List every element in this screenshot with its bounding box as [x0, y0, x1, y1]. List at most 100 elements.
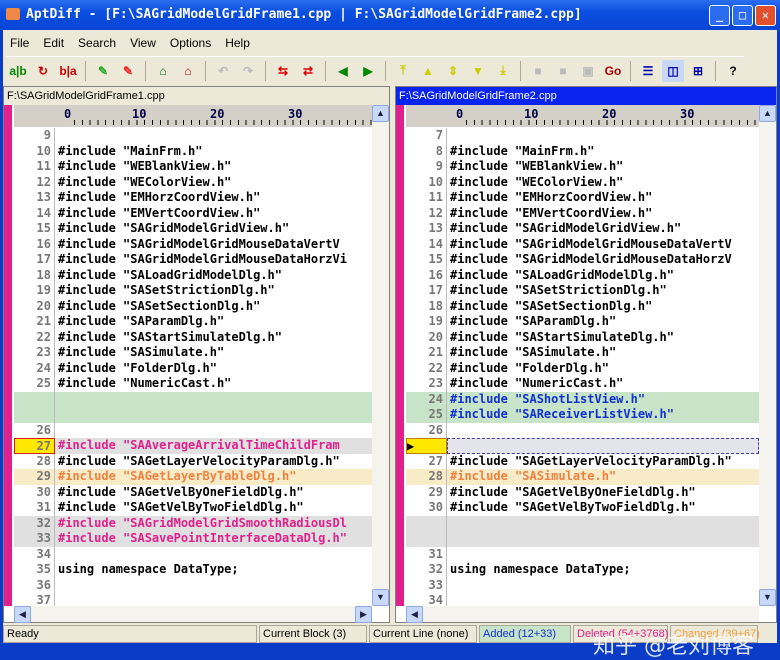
code-line[interactable]: 7 [406, 128, 759, 144]
edit-left-icon[interactable]: ✎ [92, 60, 114, 82]
swap-icon[interactable]: b|a [57, 60, 79, 82]
current-diff-icon[interactable]: ⇕ [442, 60, 464, 82]
copy-to-right-icon[interactable]: ⇄ [297, 60, 319, 82]
code-line[interactable] [406, 516, 759, 532]
code-line[interactable]: 12#include "WEColorView.h" [14, 175, 372, 191]
code-line[interactable]: 17#include "SASetStrictionDlg.h" [406, 283, 759, 299]
help-icon[interactable]: ? [722, 60, 744, 82]
code-line[interactable]: 14#include "SAGridModelGridMouseDataVert… [406, 237, 759, 253]
menu-options[interactable]: Options [163, 32, 218, 54]
code-line[interactable]: 29#include "SAGetLayerByTableDlg.h" [14, 469, 372, 485]
code-line[interactable]: 19#include "SASetStrictionDlg.h" [14, 283, 372, 299]
arrow-right-icon[interactable]: ▶ [357, 60, 379, 82]
code-line[interactable]: 33 [406, 578, 759, 594]
menu-file[interactable]: File [3, 32, 36, 54]
code-line[interactable]: 31#include "SAGetVelByTwoFieldDlg.h" [14, 500, 372, 516]
code-line[interactable]: 35using namespace DataType; [14, 562, 372, 578]
code-line[interactable]: 9 [14, 128, 372, 144]
merge-left-icon[interactable]: ⌂ [152, 60, 174, 82]
save-icon[interactable]: ■ [527, 60, 549, 82]
minimize-button[interactable]: _ [709, 5, 730, 26]
code-line[interactable]: 29#include "SAGetVelByOneFieldDlg.h" [406, 485, 759, 501]
code-line[interactable]: 10#include "WEColorView.h" [406, 175, 759, 191]
code-line[interactable]: 33#include "SASavePointInterfaceDataDlg.… [14, 531, 372, 547]
last-diff-icon[interactable]: ⤓ [492, 60, 514, 82]
goto-icon[interactable]: Go [602, 60, 624, 82]
arrow-left-icon[interactable]: ◀ [332, 60, 354, 82]
code-line[interactable]: 34 [406, 593, 759, 606]
code-line[interactable]: 30#include "SAGetVelByTwoFieldDlg.h" [406, 500, 759, 516]
code-line[interactable]: 28#include "SAGetLayerVelocityParamDlg.h… [14, 454, 372, 470]
maximize-button[interactable]: □ [732, 5, 753, 26]
code-line[interactable]: 30#include "SAGetVelByOneFieldDlg.h" [14, 485, 372, 501]
code-line[interactable] [14, 392, 372, 408]
copy-to-left-icon[interactable]: ⇆ [272, 60, 294, 82]
code-line[interactable]: 28#include "SASimulate.h" [406, 469, 759, 485]
code-line[interactable]: 9#include "WEBlankView.h" [406, 159, 759, 175]
merge-right-icon[interactable]: ⌂ [177, 60, 199, 82]
code-line[interactable]: ▶ [406, 438, 759, 454]
code-line[interactable]: 12#include "EMVertCoordView.h" [406, 206, 759, 222]
code-line[interactable]: 10#include "MainFrm.h" [14, 144, 372, 160]
code-line[interactable]: 27#include "SAGetLayerVelocityParamDlg.h… [406, 454, 759, 470]
code-line[interactable]: 26 [14, 423, 372, 439]
left-vertical-scrollbar[interactable]: ▲▼ [372, 105, 389, 606]
code-line[interactable]: 32using namespace DataType; [406, 562, 759, 578]
right-horizontal-scrollbar[interactable]: ◀ [406, 606, 759, 622]
menu-edit[interactable]: Edit [36, 32, 71, 54]
right-diff-map[interactable] [396, 105, 404, 606]
close-button[interactable]: ✕ [755, 5, 776, 26]
code-line[interactable]: 20#include "SAStartSimulateDlg.h" [406, 330, 759, 346]
prev-diff-icon[interactable]: ▲ [417, 60, 439, 82]
code-line[interactable]: 15#include "SAGridModelGridView.h" [14, 221, 372, 237]
code-line[interactable]: 21#include "SASimulate.h" [406, 345, 759, 361]
code-line[interactable]: 13#include "EMHorzCoordView.h" [14, 190, 372, 206]
code-line[interactable]: 34 [14, 547, 372, 563]
save-as-icon[interactable]: ■ [552, 60, 574, 82]
code-line[interactable]: 24#include "FolderDlg.h" [14, 361, 372, 377]
code-line[interactable]: 14#include "EMVertCoordView.h" [14, 206, 372, 222]
code-line[interactable]: 32#include "SAGridModelGridSmoothRadious… [14, 516, 372, 532]
vertical-layout-icon[interactable]: ◫ [662, 60, 684, 82]
recompare-icon[interactable]: ↻ [32, 60, 54, 82]
code-line[interactable]: 20#include "SASetSectionDlg.h" [14, 299, 372, 315]
menu-search[interactable]: Search [71, 32, 123, 54]
code-line[interactable]: 16#include "SALoadGridModelDlg.h" [406, 268, 759, 284]
code-line[interactable]: 19#include "SAParamDlg.h" [406, 314, 759, 330]
undo-icon[interactable]: ↶ [212, 60, 234, 82]
code-line[interactable]: 37 [14, 593, 372, 606]
left-horizontal-scrollbar[interactable]: ◀▶ [14, 606, 372, 622]
code-line[interactable]: 11#include "WEBlankView.h" [14, 159, 372, 175]
left-code[interactable]: 910#include "MainFrm.h"11#include "WEBla… [14, 128, 372, 606]
code-line[interactable] [14, 407, 372, 423]
code-line[interactable]: 8#include "MainFrm.h" [406, 144, 759, 160]
menu-help[interactable]: Help [218, 32, 257, 54]
code-line[interactable]: 16#include "SAGridModelGridMouseDataVert… [14, 237, 372, 253]
next-diff-icon[interactable]: ▼ [467, 60, 489, 82]
first-diff-icon[interactable]: ⤒ [392, 60, 414, 82]
code-line[interactable]: 18#include "SALoadGridModelDlg.h" [14, 268, 372, 284]
grid-layout-icon[interactable]: ⊞ [687, 60, 709, 82]
code-line[interactable]: 13#include "SAGridModelGridView.h" [406, 221, 759, 237]
code-line[interactable]: 36 [14, 578, 372, 594]
right-code[interactable]: 78#include "MainFrm.h"9#include "WEBlank… [406, 128, 759, 606]
menu-view[interactable]: View [123, 32, 163, 54]
edit-right-icon[interactable]: ✎ [117, 60, 139, 82]
compare-icon[interactable]: a|b [7, 60, 29, 82]
code-line[interactable]: 18#include "SASetSectionDlg.h" [406, 299, 759, 315]
redo-icon[interactable]: ↷ [237, 60, 259, 82]
code-line[interactable]: 11#include "EMHorzCoordView.h" [406, 190, 759, 206]
code-line[interactable]: 27#include "SAAverageArrivalTimeChildFra… [14, 438, 372, 454]
right-vertical-scrollbar[interactable]: ▲▼ [759, 105, 776, 606]
code-line[interactable]: 17#include "SAGridModelGridMouseDataHorz… [14, 252, 372, 268]
code-line[interactable]: 21#include "SAParamDlg.h" [14, 314, 372, 330]
code-line[interactable]: 15#include "SAGridModelGridMouseDataHorz… [406, 252, 759, 268]
code-line[interactable]: 23#include "SASimulate.h" [14, 345, 372, 361]
save-all-icon[interactable]: ▣ [577, 60, 599, 82]
code-line[interactable] [406, 531, 759, 547]
horizontal-layout-icon[interactable]: ☰ [637, 60, 659, 82]
left-diff-map[interactable] [4, 105, 12, 606]
code-line[interactable]: 22#include "SAStartSimulateDlg.h" [14, 330, 372, 346]
code-line[interactable]: 22#include "FolderDlg.h" [406, 361, 759, 377]
code-line[interactable]: 31 [406, 547, 759, 563]
